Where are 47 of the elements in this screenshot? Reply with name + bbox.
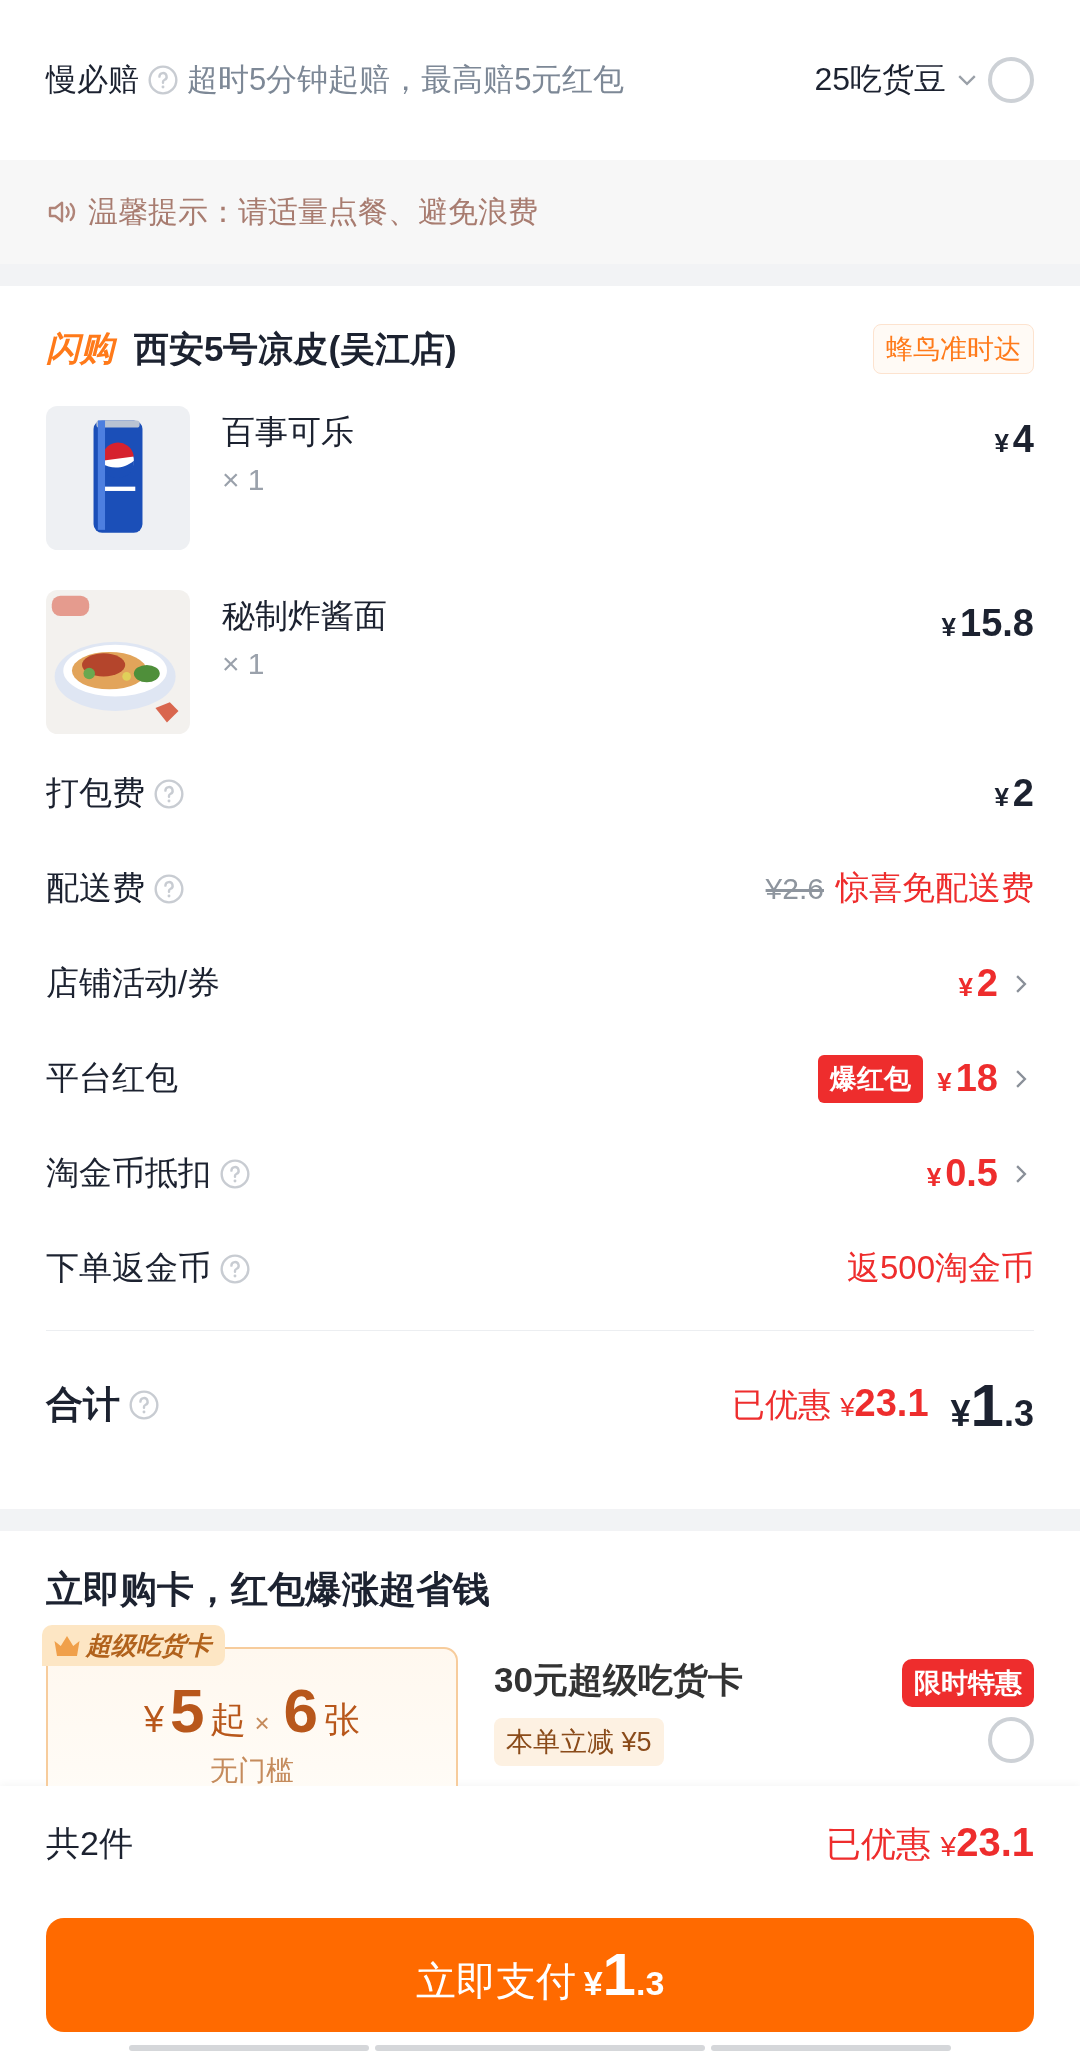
item-quantity: × 1 (222, 647, 266, 681)
item-count: 共2件 (46, 1823, 133, 1864)
radio-button[interactable] (988, 1717, 1034, 1763)
fee-label: 下单返金币 (46, 1248, 211, 1288)
card-price: ¥5 起 × 6 张 (143, 1675, 361, 1746)
shop-name[interactable]: 西安5号凉皮(吴江店) (134, 325, 457, 373)
delivery-tag: 蜂鸟准时达 (873, 324, 1034, 374)
total-amount: ¥1.3 (950, 1370, 1034, 1440)
help-icon[interactable] (128, 1389, 160, 1421)
fee-label: 平台红包 (46, 1058, 178, 1098)
help-icon[interactable] (219, 1252, 251, 1285)
coin-reward-text: 返500淘金币 (846, 1248, 1034, 1288)
fee-label: 店铺活动/券 (46, 963, 221, 1003)
card-note: 无门槛 (210, 1754, 294, 1786)
points-option[interactable]: 25吃货豆 (814, 58, 946, 102)
help-icon[interactable] (219, 1157, 251, 1190)
discount-amount[interactable]: ¥2 (958, 962, 998, 1005)
discount-amount[interactable]: ¥0.5 (926, 1152, 998, 1195)
original-fee: ¥2.6 (765, 871, 824, 906)
discount-amount[interactable]: ¥18 (937, 1057, 998, 1100)
compensation-description: 超时5分钟起赔，最高赔5元红包 (187, 61, 625, 99)
discount-tag: 本单立减 ¥5 (494, 1718, 664, 1766)
compensation-label: 慢必赔 (46, 61, 139, 99)
offer-heading: 立即购卡，红包爆涨超省钱 (46, 1568, 491, 1612)
tip-text: 温馨提示：请适量点餐、避免浪费 (88, 193, 538, 230)
item-name: 秘制炸酱面 (222, 596, 388, 636)
free-delivery-text: 惊喜免配送费 (836, 868, 1034, 908)
card-ribbon: 超级吃货卡 (42, 1625, 225, 1666)
pay-button[interactable]: 立即支付 ¥1.3 (46, 1918, 1034, 2032)
fee-label: 淘金币抵扣 (46, 1153, 211, 1193)
total-label: 合计 (46, 1383, 120, 1427)
saved-amount: 已优惠 ¥23.1 (825, 1820, 1034, 1866)
card-title: 30元超级吃货卡 (494, 1659, 743, 1701)
fee-label: 打包费 (46, 773, 145, 813)
promo-tag: 限时特惠 (902, 1659, 1034, 1707)
help-icon[interactable] (153, 777, 185, 810)
item-name: 百事可乐 (222, 412, 355, 452)
promo-badge: 爆红包 (818, 1054, 924, 1103)
saved-amount: 已优惠 ¥23.1 (731, 1382, 929, 1426)
help-icon[interactable] (147, 64, 179, 96)
fee-amount: ¥2 (994, 772, 1034, 815)
item-price: ¥4 (994, 418, 1034, 461)
radio-button[interactable] (988, 57, 1034, 103)
fee-label: 配送费 (46, 868, 145, 908)
item-price: ¥15.8 (941, 602, 1034, 645)
item-quantity: × 1 (222, 463, 266, 497)
help-icon[interactable] (153, 872, 185, 905)
